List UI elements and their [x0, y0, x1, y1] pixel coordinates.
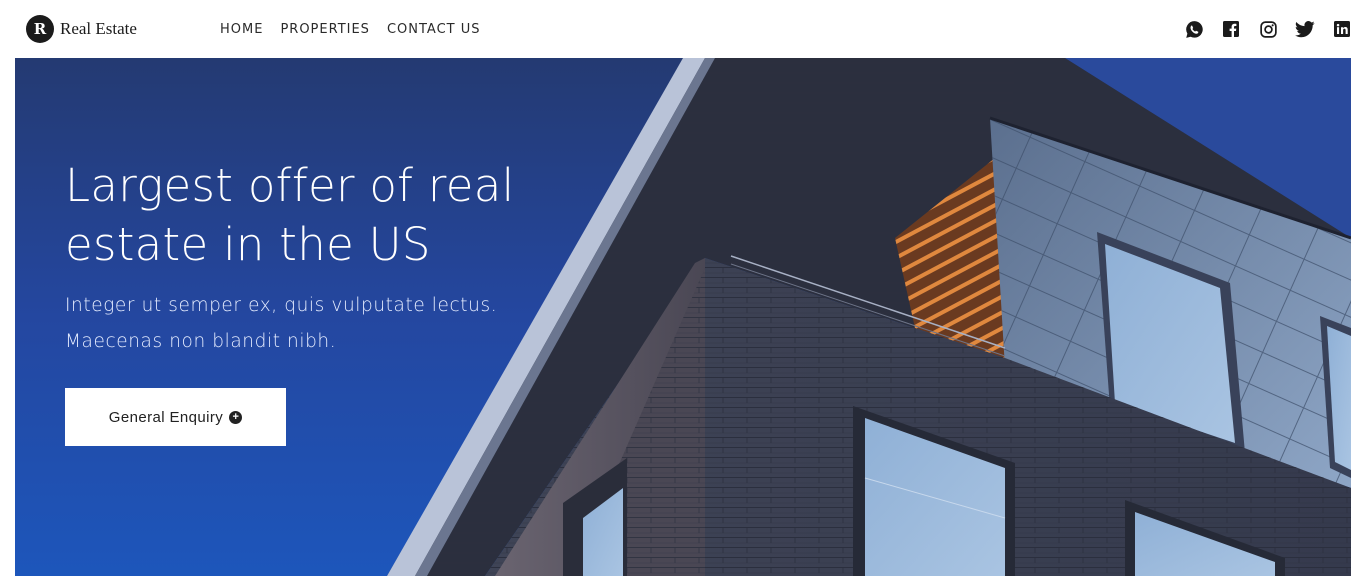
brand-name: Real Estate [60, 19, 137, 38]
whatsapp-icon[interactable] [1184, 19, 1204, 39]
hero-subtitle-line-2: Maecenas non blandit nibh. [65, 331, 337, 352]
linkedin-icon[interactable] [1332, 19, 1352, 39]
instagram-icon[interactable] [1258, 19, 1278, 39]
nav-home[interactable]: HOME [220, 22, 263, 37]
general-enquiry-label: General Enquiry [108, 408, 224, 426]
site-header: R Real Estate HOME PROPERTIES CONTACT US [0, 0, 1366, 58]
logo-mark: R [26, 15, 54, 43]
plus-circle-icon: + [229, 410, 243, 424]
hero-banner: Largest offer of real estate in the US I… [15, 58, 1351, 576]
social-links [1167, 19, 1352, 39]
nav-properties[interactable]: PROPERTIES [280, 22, 370, 37]
facebook-icon[interactable] [1221, 19, 1241, 39]
twitter-icon[interactable] [1295, 19, 1315, 39]
hero-subtitle-line-1: Integer ut semper ex, quis vulputate lec… [65, 295, 498, 316]
hero-title-line-1: Largest offer of real [65, 159, 515, 212]
hero-text-block: Largest offer of real estate in the US I… [65, 156, 535, 360]
hero-subtitle: Integer ut semper ex, quis vulputate lec… [65, 288, 535, 360]
nav-contact-us[interactable]: CONTACT US [387, 22, 481, 37]
hero-title: Largest offer of real estate in the US [65, 156, 535, 274]
general-enquiry-button[interactable]: General Enquiry + [65, 388, 286, 446]
main-nav: HOME PROPERTIES CONTACT US [220, 22, 498, 37]
hero-title-line-2: estate in the US [65, 218, 431, 271]
brand-logo[interactable]: R Real Estate [26, 15, 137, 43]
